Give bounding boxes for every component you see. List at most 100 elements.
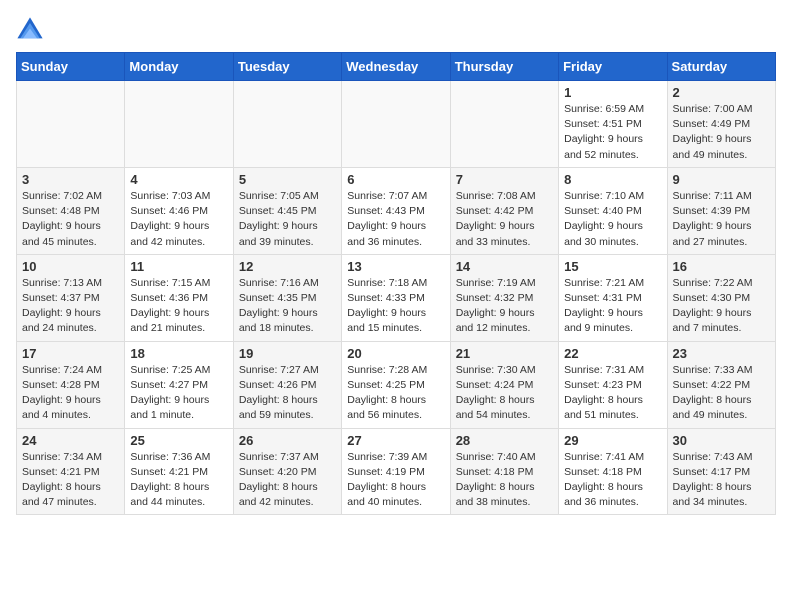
day-info: Sunrise: 7:03 AM Sunset: 4:46 PM Dayligh… [130, 189, 227, 250]
day-cell: 29Sunrise: 7:41 AM Sunset: 4:18 PM Dayli… [559, 428, 667, 515]
day-info: Sunrise: 7:40 AM Sunset: 4:18 PM Dayligh… [456, 450, 553, 511]
day-number: 4 [130, 172, 227, 187]
day-cell: 10 Sunrise: 7:13 AM Sunset: 4:37 PM Dayli… [17, 254, 125, 341]
day-cell: 7Sunrise: 7:08 AM Sunset: 4:42 PM Daylig… [450, 167, 558, 254]
day-cell: 28 Sunrise: 7:40 AM Sunset: 4:18 PM Dayli… [450, 428, 558, 515]
day-info: Sunrise: 7:37 AM Sunset: 4:20 PM Dayligh… [239, 450, 336, 511]
week-row-4: 17Sunrise: 7:24 AM Sunset: 4:28 PM Dayli… [17, 341, 776, 428]
weekday-header-friday: Friday [559, 53, 667, 81]
day-info: Sunrise: 7:10 AM Sunset: 4:40 PM Dayligh… [564, 189, 661, 250]
day-number: 20 [347, 346, 444, 361]
day-cell [342, 81, 450, 168]
day-info: Sunrise: 7:34 AM Sunset: 4:21 PM Dayligh… [22, 450, 119, 511]
day-number: 28 [456, 433, 553, 448]
week-row-3: 10 Sunrise: 7:13 AM Sunset: 4:37 PM Dayli… [17, 254, 776, 341]
day-cell: 2 Sunrise: 7:00 AM Sunset: 4:49 PM Daylig… [667, 81, 775, 168]
day-number: 12 [239, 259, 336, 274]
day-number: 13 [347, 259, 444, 274]
weekday-header-monday: Monday [125, 53, 233, 81]
day-cell: 5 Sunrise: 7:05 AM Sunset: 4:45 PM Daylig… [233, 167, 341, 254]
day-cell: 22 Sunrise: 7:31 AM Sunset: 4:23 PM Dayli… [559, 341, 667, 428]
day-number: 6 [347, 172, 444, 187]
day-number: 29 [564, 433, 661, 448]
day-number: 16 [673, 259, 770, 274]
day-info: Sunrise: 7:28 AM Sunset: 4:25 PM Dayligh… [347, 363, 444, 424]
day-number: 8 [564, 172, 661, 187]
day-info: Sunrise: 7:25 AM Sunset: 4:27 PM Dayligh… [130, 363, 227, 424]
day-cell [17, 81, 125, 168]
day-info: Sunrise: 7:39 AM Sunset: 4:19 PM Dayligh… [347, 450, 444, 511]
day-cell: 30 Sunrise: 7:43 AM Sunset: 4:17 PM Dayli… [667, 428, 775, 515]
day-info: Sunrise: 7:00 AM Sunset: 4:49 PM Dayligh… [673, 102, 770, 163]
day-number: 10 [22, 259, 119, 274]
day-info: Sunrise: 7:02 AM Sunset: 4:48 PM Dayligh… [22, 189, 119, 250]
day-number: 25 [130, 433, 227, 448]
day-info: Sunrise: 7:31 AM Sunset: 4:23 PM Dayligh… [564, 363, 661, 424]
day-number: 27 [347, 433, 444, 448]
day-cell: 11 Sunrise: 7:15 AM Sunset: 4:36 PM Dayli… [125, 254, 233, 341]
day-number: 3 [22, 172, 119, 187]
day-info: Sunrise: 7:36 AM Sunset: 4:21 PM Dayligh… [130, 450, 227, 511]
day-info: Sunrise: 7:15 AM Sunset: 4:36 PM Dayligh… [130, 276, 227, 337]
weekday-header-tuesday: Tuesday [233, 53, 341, 81]
day-info: Sunrise: 7:07 AM Sunset: 4:43 PM Dayligh… [347, 189, 444, 250]
day-number: 19 [239, 346, 336, 361]
day-number: 26 [239, 433, 336, 448]
day-cell: 26 Sunrise: 7:37 AM Sunset: 4:20 PM Dayli… [233, 428, 341, 515]
day-info: Sunrise: 7:05 AM Sunset: 4:45 PM Dayligh… [239, 189, 336, 250]
weekday-header-wednesday: Wednesday [342, 53, 450, 81]
day-cell: 25 Sunrise: 7:36 AM Sunset: 4:21 PM Dayli… [125, 428, 233, 515]
day-number: 18 [130, 346, 227, 361]
day-number: 24 [22, 433, 119, 448]
weekday-header-saturday: Saturday [667, 53, 775, 81]
day-info: Sunrise: 7:18 AM Sunset: 4:33 PM Dayligh… [347, 276, 444, 337]
day-cell: 1Sunrise: 6:59 AM Sunset: 4:51 PM Daylig… [559, 81, 667, 168]
day-info: Sunrise: 7:19 AM Sunset: 4:32 PM Dayligh… [456, 276, 553, 337]
day-number: 5 [239, 172, 336, 187]
day-number: 21 [456, 346, 553, 361]
day-number: 2 [673, 85, 770, 100]
day-number: 11 [130, 259, 227, 274]
day-info: Sunrise: 7:21 AM Sunset: 4:31 PM Dayligh… [564, 276, 661, 337]
day-cell: 21 Sunrise: 7:30 AM Sunset: 4:24 PM Dayli… [450, 341, 558, 428]
weekday-header-row: SundayMondayTuesdayWednesdayThursdayFrid… [17, 53, 776, 81]
day-cell: 19Sunrise: 7:27 AM Sunset: 4:26 PM Dayli… [233, 341, 341, 428]
day-number: 30 [673, 433, 770, 448]
day-info: Sunrise: 7:22 AM Sunset: 4:30 PM Dayligh… [673, 276, 770, 337]
day-number: 15 [564, 259, 661, 274]
day-cell: 14 Sunrise: 7:19 AM Sunset: 4:32 PM Dayli… [450, 254, 558, 341]
day-info: Sunrise: 7:33 AM Sunset: 4:22 PM Dayligh… [673, 363, 770, 424]
day-cell: 13 Sunrise: 7:18 AM Sunset: 4:33 PM Dayli… [342, 254, 450, 341]
calendar: SundayMondayTuesdayWednesdayThursdayFrid… [16, 52, 776, 515]
day-info: Sunrise: 7:43 AM Sunset: 4:17 PM Dayligh… [673, 450, 770, 511]
day-info: Sunrise: 7:24 AM Sunset: 4:28 PM Dayligh… [22, 363, 119, 424]
day-cell: 16 Sunrise: 7:22 AM Sunset: 4:30 PM Dayli… [667, 254, 775, 341]
day-number: 22 [564, 346, 661, 361]
week-row-5: 24 Sunrise: 7:34 AM Sunset: 4:21 PM Dayli… [17, 428, 776, 515]
day-cell: 18 Sunrise: 7:25 AM Sunset: 4:27 PM Dayli… [125, 341, 233, 428]
week-row-2: 3 Sunrise: 7:02 AM Sunset: 4:48 PM Daylig… [17, 167, 776, 254]
day-info: Sunrise: 6:59 AM Sunset: 4:51 PM Dayligh… [564, 102, 661, 163]
day-cell: 12Sunrise: 7:16 AM Sunset: 4:35 PM Dayli… [233, 254, 341, 341]
day-info: Sunrise: 7:30 AM Sunset: 4:24 PM Dayligh… [456, 363, 553, 424]
day-cell: 4 Sunrise: 7:03 AM Sunset: 4:46 PM Daylig… [125, 167, 233, 254]
day-cell [233, 81, 341, 168]
day-number: 9 [673, 172, 770, 187]
day-number: 14 [456, 259, 553, 274]
day-cell: 27 Sunrise: 7:39 AM Sunset: 4:19 PM Dayli… [342, 428, 450, 515]
weekday-header-sunday: Sunday [17, 53, 125, 81]
weekday-header-thursday: Thursday [450, 53, 558, 81]
header [16, 16, 776, 44]
page: SundayMondayTuesdayWednesdayThursdayFrid… [0, 0, 792, 531]
day-cell: 23Sunrise: 7:33 AM Sunset: 4:22 PM Dayli… [667, 341, 775, 428]
day-cell [450, 81, 558, 168]
day-cell: 9 Sunrise: 7:11 AM Sunset: 4:39 PM Daylig… [667, 167, 775, 254]
week-row-1: 1Sunrise: 6:59 AM Sunset: 4:51 PM Daylig… [17, 81, 776, 168]
day-cell: 6 Sunrise: 7:07 AM Sunset: 4:43 PM Daylig… [342, 167, 450, 254]
day-info: Sunrise: 7:13 AM Sunset: 4:37 PM Dayligh… [22, 276, 119, 337]
logo-icon [16, 16, 44, 44]
day-info: Sunrise: 7:11 AM Sunset: 4:39 PM Dayligh… [673, 189, 770, 250]
day-cell: 3 Sunrise: 7:02 AM Sunset: 4:48 PM Daylig… [17, 167, 125, 254]
day-cell: 17Sunrise: 7:24 AM Sunset: 4:28 PM Dayli… [17, 341, 125, 428]
day-cell: 24 Sunrise: 7:34 AM Sunset: 4:21 PM Dayli… [17, 428, 125, 515]
